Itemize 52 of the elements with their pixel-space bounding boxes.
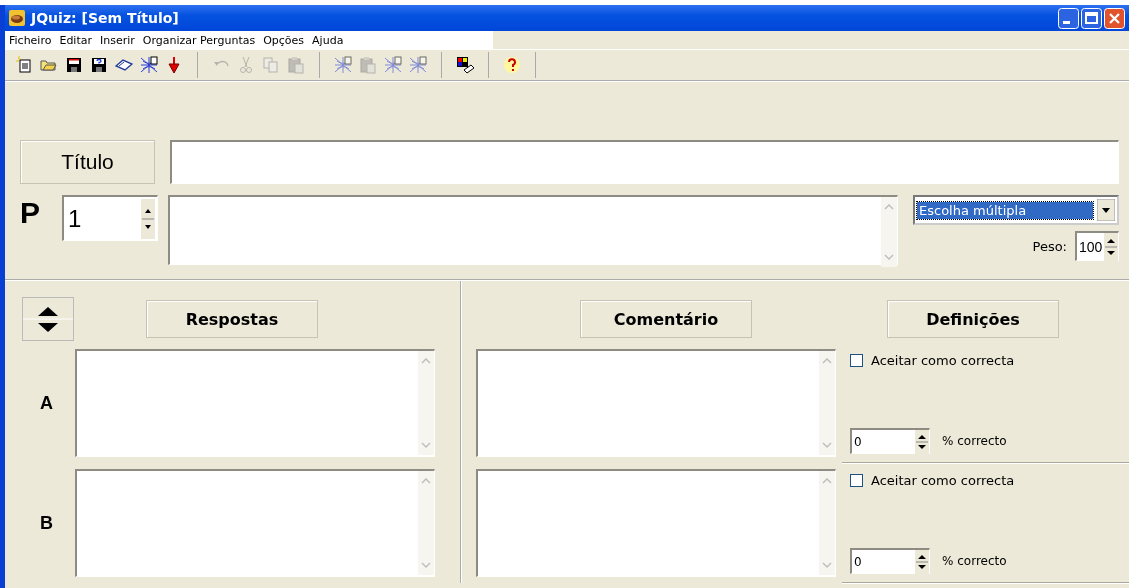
answers-button[interactable]: Respostas [146,300,318,338]
title-button[interactable]: Título [20,140,155,184]
checkbox[interactable] [850,474,863,487]
checkbox-label: Aceitar como correcta [871,473,1015,488]
scrollbar[interactable] [881,197,897,267]
close-button[interactable] [1104,7,1125,29]
title-field[interactable] [170,140,1119,184]
question-field[interactable] [168,195,898,265]
maximize-button[interactable] [1081,7,1102,29]
help-icon[interactable] [503,56,521,74]
percent-label: % correcto [942,434,1007,448]
menu-item[interactable]: Ajuda [312,33,344,47]
comment-field[interactable] [476,469,836,577]
dropdown-arrow-icon[interactable] [1097,199,1115,221]
answer-letter: B [40,512,54,534]
weight-label: Peso: [1032,238,1067,254]
spinner-arrows-icon[interactable] [915,549,929,574]
menu-item[interactable]: Organizar Perguntas [142,33,256,47]
weight-spinner[interactable]: 100 [1075,231,1119,261]
scrollbar[interactable] [418,351,434,455]
settings-button[interactable]: Definições [887,300,1059,338]
comment-field[interactable] [476,349,836,457]
menu-item[interactable]: Opções [263,33,305,47]
new-document-icon[interactable] [15,56,33,74]
menu-item[interactable]: Inserir [100,33,135,47]
web-icon[interactable] [140,56,158,74]
window-title: JQuiz: [Sem Título] [31,10,180,26]
app-icon [9,10,25,26]
question-type-dropdown[interactable]: Escolha múltipla [913,195,1119,225]
palette-icon[interactable] [456,56,474,74]
spinner-arrows-icon[interactable] [141,198,155,239]
checkbox-label: Aceitar como correcta [871,353,1015,368]
scrollbar[interactable] [819,351,835,455]
percent-spinner[interactable]: 0 [850,428,930,454]
checkbox[interactable] [850,354,863,367]
scrollbar[interactable] [819,471,835,575]
menu-item[interactable]: Ficheiro [9,33,52,47]
answer-field[interactable] [75,349,435,457]
answer-field[interactable] [75,469,435,577]
menu-item[interactable]: Editar [59,33,92,47]
percent-label: % correcto [942,554,1007,568]
spinner-arrows-icon[interactable] [915,429,929,454]
scrollbar[interactable] [418,471,434,575]
question-number-spinner[interactable]: 1 [62,195,158,241]
spinner-arrows-icon[interactable] [1104,232,1118,261]
percent-spinner[interactable]: 0 [850,548,930,574]
arrow-down-icon[interactable] [165,56,183,74]
question-label: P [20,195,41,231]
minimize-button[interactable] [1058,7,1079,29]
comment-button[interactable]: Comentário [580,300,752,338]
answer-letter: A [40,392,54,414]
move-up-down-button[interactable] [22,297,74,341]
